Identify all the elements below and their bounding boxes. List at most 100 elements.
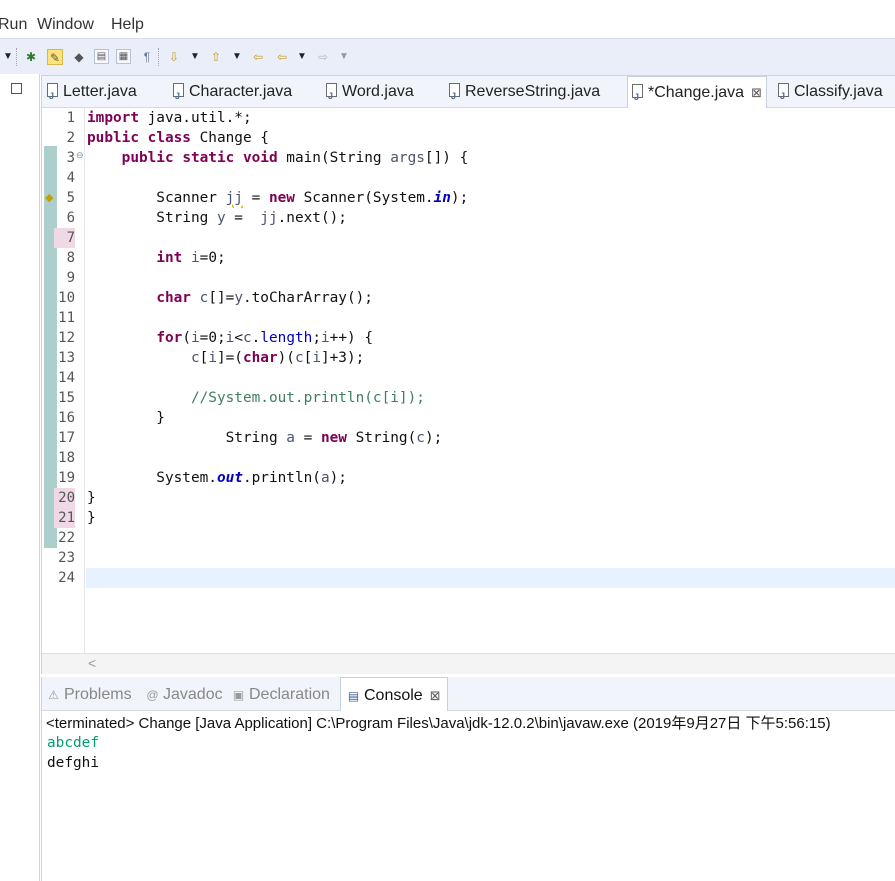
tab-console[interactable]: ▤ Console ⊠ bbox=[340, 677, 448, 711]
tab-label: Letter.java bbox=[63, 83, 137, 100]
menu-bar: Run Window Help bbox=[0, 0, 895, 38]
fold-collapse-icon[interactable]: ⊖ bbox=[76, 151, 85, 160]
code-line: public class Change { bbox=[87, 130, 269, 146]
problems-icon: ⚠ bbox=[48, 688, 59, 702]
code-editor[interactable]: ◆ 1 2 3 4 5 6 7 8 9 10 11 12 13 14 15 16… bbox=[42, 108, 895, 653]
dropdown-arrow-icon[interactable]: ▼ bbox=[0, 49, 16, 65]
menu-window[interactable]: Window bbox=[37, 16, 94, 34]
line-number: 16 bbox=[58, 410, 75, 426]
code-line: public static void main(String args[]) { bbox=[121, 150, 469, 166]
tab-javadoc[interactable]: @ Javadoc bbox=[146, 677, 222, 710]
line-number-gutter: 1 2 3 4 5 6 7 8 9 10 11 12 13 14 15 16 1… bbox=[54, 108, 85, 653]
line-number: 18 bbox=[58, 450, 75, 466]
code-line: //System.out.println(c[i]); bbox=[190, 390, 425, 406]
at-icon: @ bbox=[146, 688, 159, 702]
next-annotation-icon[interactable]: ⇩ bbox=[166, 49, 182, 65]
java-file-icon bbox=[778, 81, 789, 112]
code-line: } bbox=[87, 490, 96, 506]
prev-annotation-dropdown-icon[interactable]: ▼ bbox=[229, 49, 245, 65]
tab-label: Classify.java bbox=[794, 83, 883, 100]
line-number: 9 bbox=[66, 270, 75, 286]
line-number: 12 bbox=[58, 330, 75, 346]
editor-tabs: Letter.java Character.java Word.java Rev… bbox=[42, 76, 895, 113]
line-number: 21 bbox=[54, 508, 75, 528]
code-line: Scanner jj = new Scanner(System.in); bbox=[87, 190, 469, 206]
line-number: 4 bbox=[66, 170, 75, 186]
editor-area: Letter.java Character.java Word.java Rev… bbox=[41, 75, 895, 674]
tab-label: Word.java bbox=[342, 83, 414, 100]
view-tabs: ⚠ Problems @ Javadoc ▣ Declaration ▤ Console… bbox=[42, 677, 895, 711]
tab-character[interactable]: Character.java bbox=[173, 76, 293, 112]
toolbar-separator bbox=[16, 48, 18, 66]
tab-reversestring[interactable]: ReverseString.java bbox=[449, 76, 601, 112]
java-file-icon bbox=[632, 82, 643, 113]
last-edit-icon[interactable]: ⇦ bbox=[250, 49, 266, 65]
line-number: 7 bbox=[54, 228, 75, 248]
debug-icon[interactable]: ✱ bbox=[23, 49, 39, 65]
tab-problems[interactable]: ⚠ Problems bbox=[47, 677, 132, 710]
line-number: 3 bbox=[66, 150, 75, 166]
code-line: String y = jj.next(); bbox=[87, 210, 347, 226]
code-line: String a = new String(c); bbox=[87, 430, 443, 446]
show-whitespace-icon[interactable]: ¶ bbox=[139, 49, 155, 65]
tab-label: Character.java bbox=[189, 83, 293, 100]
open-type-icon[interactable]: ▤ bbox=[94, 49, 109, 64]
line-number: 10 bbox=[58, 290, 75, 306]
code-line: System.out.println(a); bbox=[87, 470, 347, 486]
line-number: 6 bbox=[66, 210, 75, 226]
tab-change[interactable]: *Change.java ⊠ bbox=[627, 76, 767, 113]
tab-label: Console bbox=[364, 687, 423, 704]
line-number: 5 bbox=[66, 190, 75, 206]
code-line: char c[]=y.toCharArray(); bbox=[156, 290, 373, 306]
tab-classify[interactable]: Classify.java bbox=[778, 76, 883, 112]
code-line: } bbox=[87, 510, 96, 526]
line-number: 1 bbox=[66, 110, 75, 126]
line-number: 23 bbox=[58, 550, 75, 566]
next-annotation-dropdown-icon[interactable]: ▼ bbox=[187, 49, 203, 65]
toolbar: ▼ ✱ ✎ ◆ ▤ ▦ ¶ ⇩ ▼ ⇧ ▼ ⇦ ⇦ ▼ ⇨ ▼ bbox=[0, 38, 895, 75]
task-icon[interactable]: ▦ bbox=[116, 49, 131, 64]
line-number: 2 bbox=[66, 130, 75, 146]
tab-label: ReverseString.java bbox=[465, 83, 601, 100]
java-file-icon bbox=[173, 81, 184, 112]
java-file-icon bbox=[47, 81, 58, 112]
console-input-line: abcdef bbox=[47, 735, 99, 751]
tab-label: Declaration bbox=[249, 686, 330, 703]
horizontal-scrollbar[interactable]: < bbox=[42, 653, 895, 674]
scroll-left-icon[interactable]: < bbox=[88, 655, 96, 671]
declaration-icon: ▣ bbox=[232, 688, 245, 702]
highlight-icon[interactable]: ✎ bbox=[47, 49, 63, 65]
close-tab-icon[interactable]: ⊠ bbox=[751, 85, 762, 100]
menu-run[interactable]: Run bbox=[0, 16, 27, 34]
console-status: <terminated> Change [Java Application] C… bbox=[46, 715, 831, 732]
tab-declaration[interactable]: ▣ Declaration bbox=[232, 677, 330, 710]
line-number: 19 bbox=[58, 470, 75, 486]
line-number: 14 bbox=[58, 370, 75, 386]
forward-dropdown-icon[interactable]: ▼ bbox=[336, 49, 352, 65]
code-line: for(i=0;i<c.length;i++) { bbox=[156, 330, 373, 346]
close-tab-icon[interactable]: ⊠ bbox=[430, 688, 441, 703]
current-line-highlight bbox=[86, 568, 895, 588]
tab-letter[interactable]: Letter.java bbox=[47, 76, 137, 112]
java-file-icon bbox=[326, 81, 337, 112]
back-icon[interactable]: ⇦ bbox=[274, 49, 290, 65]
annotation-icon[interactable]: ◆ bbox=[71, 49, 87, 65]
tab-label: *Change.java bbox=[648, 84, 745, 101]
line-number: 13 bbox=[58, 350, 75, 366]
toolbar-separator bbox=[158, 48, 160, 66]
java-file-icon bbox=[449, 81, 460, 112]
tab-word[interactable]: Word.java bbox=[326, 76, 414, 112]
prev-annotation-icon[interactable]: ⇧ bbox=[208, 49, 224, 65]
tab-label: Problems bbox=[64, 686, 132, 703]
line-number: 17 bbox=[58, 430, 75, 446]
code-line: c[i]=(char)(c[i]+3); bbox=[190, 350, 365, 366]
console-icon: ▤ bbox=[347, 689, 360, 703]
line-number: 15 bbox=[58, 390, 75, 406]
line-number: 11 bbox=[58, 310, 75, 326]
restore-view-icon[interactable] bbox=[11, 83, 22, 94]
menu-help[interactable]: Help bbox=[111, 16, 144, 34]
back-dropdown-icon[interactable]: ▼ bbox=[294, 49, 310, 65]
code-line: import java.util.*; bbox=[87, 110, 252, 126]
forward-icon[interactable]: ⇨ bbox=[315, 49, 331, 65]
line-number: 20 bbox=[54, 488, 75, 508]
